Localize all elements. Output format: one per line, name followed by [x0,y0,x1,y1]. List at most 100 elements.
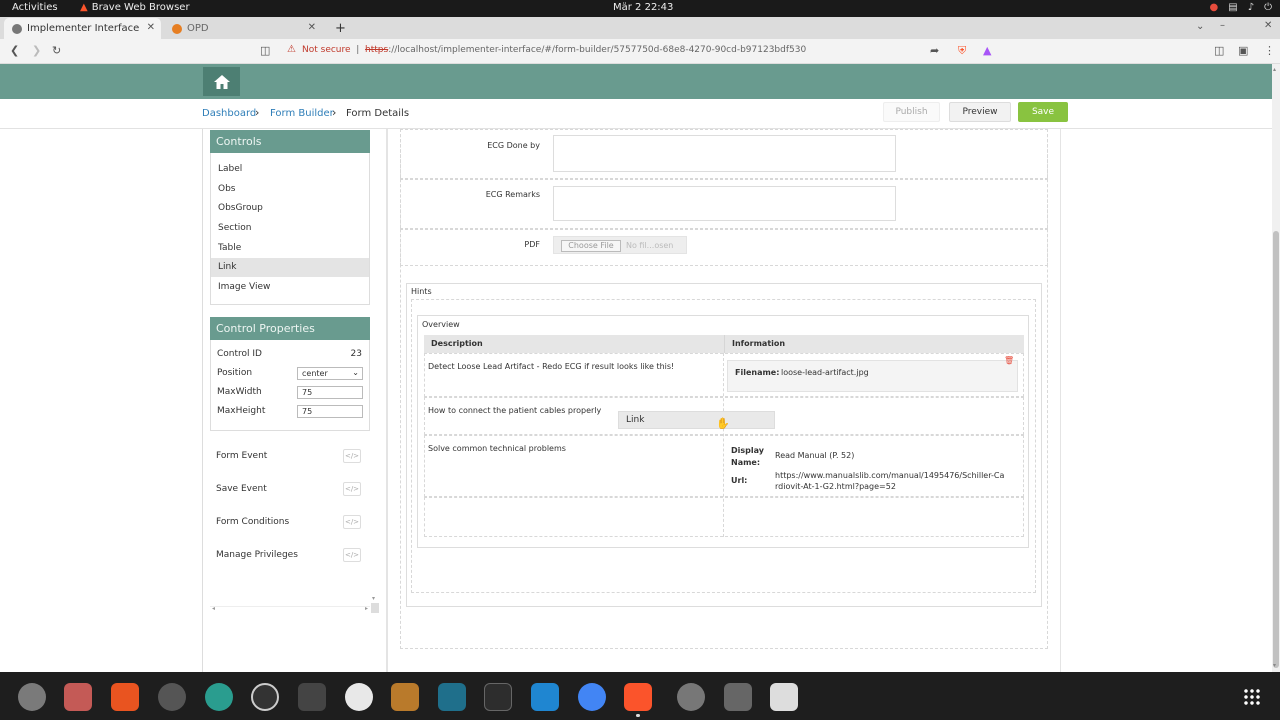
settings-icon[interactable] [18,683,46,711]
volume-icon[interactable]: ♪ [1248,2,1254,13]
help-icon[interactable]: ● [1210,2,1219,13]
control-properties-header: Control Properties [210,317,370,340]
ecg-done-by-input[interactable] [553,135,896,172]
table-row [424,497,1024,537]
vscode-icon[interactable] [531,683,559,711]
sidebar-icon[interactable]: ◫ [1214,44,1224,57]
brave-shields-icon[interactable]: ⛨ [958,44,966,58]
address-bar[interactable]: Not secure | https://localhost/implement… [302,45,806,55]
back-icon[interactable]: ❮ [10,44,19,57]
form-event-code-button[interactable]: </> [343,449,361,463]
brave-rewards-icon[interactable]: ▲ [983,44,991,57]
reload-icon[interactable]: ↻ [52,44,61,57]
share-icon[interactable]: ➦ [930,44,939,57]
publish-button[interactable]: Publish [883,102,940,122]
pdf-file-input[interactable]: Choose File No fil...osen [553,236,687,254]
maxwidth-label: MaxWidth [217,387,262,397]
breadcrumb-dashboard[interactable]: Dashboard [202,108,256,119]
maxheight-input[interactable]: 75 [297,405,363,418]
close-window-icon[interactable]: ✕ [1264,20,1272,31]
scroll-down-icon[interactable]: ▾ [1273,662,1276,669]
chevron-right-icon: › [332,106,337,119]
scroll-left-icon[interactable]: ◂ [212,605,215,612]
network-icon[interactable]: ▤ [1228,2,1237,13]
software-center-icon[interactable] [111,683,139,711]
remote-desktop-icon[interactable] [205,683,233,711]
warning-icon: ⚠ [287,44,296,55]
chrome-icon[interactable] [578,683,606,711]
url-label: Url: [731,476,748,485]
tab-favicon-icon [172,23,182,34]
maxwidth-input[interactable]: 75 [297,386,363,399]
vim-icon[interactable] [298,683,326,711]
no-file-chosen-text: No fil...osen [626,241,674,250]
system-tray[interactable]: ● ▤ ♪ ⏻ [1210,2,1273,13]
manage-privileges-code-button[interactable]: </> [343,548,361,562]
tab-implementer-interface[interactable]: Implementer Interface ✕ [4,18,161,39]
breadcrumb-current: Form Details [346,108,410,119]
clock[interactable]: Mär 2 22:43 [613,2,673,13]
horizontal-scrollbar[interactable]: ◂ ▸ [210,605,370,614]
control-link[interactable]: Link [211,258,369,277]
close-tab-icon[interactable]: ✕ [308,22,316,33]
left-panel-vertical-scrollbar[interactable]: ▾ [371,129,380,617]
control-id-value: 23 [350,349,362,359]
control-obs[interactable]: Obs [211,180,369,199]
inkscape-icon[interactable] [158,683,186,711]
overview-table-title: Overview [422,320,460,329]
control-image-view[interactable]: Image View [211,278,369,297]
filename-label: Filename: [735,368,780,377]
wallet-icon[interactable]: ▣ [1238,44,1248,57]
scroll-right-icon[interactable]: ▸ [365,605,368,612]
control-table[interactable]: Table [211,239,369,258]
close-tab-icon[interactable]: ✕ [147,22,155,33]
show-apps-icon[interactable] [1243,688,1261,706]
breadcrumb-form-builder[interactable]: Form Builder [270,108,334,119]
fruit-app-icon[interactable] [391,683,419,711]
power-icon[interactable]: ⏻ [1264,2,1272,13]
url-value[interactable]: https://www.manualslib.com/manual/149547… [775,470,1005,492]
terminal-icon[interactable] [484,683,512,711]
form-conditions-code-button[interactable]: </> [343,515,361,529]
control-label[interactable]: Label [211,160,369,179]
app-menu[interactable]: ▲ Brave Web Browser [80,2,190,13]
preview-button[interactable]: Preview [949,102,1011,122]
menu-icon[interactable]: ⋮ [1264,44,1275,57]
tab-opd[interactable]: OPD ✕ [164,18,322,39]
database-icon[interactable] [438,683,466,711]
table-column-divider [723,353,724,537]
activities-button[interactable]: Activities [12,2,58,13]
scroll-down-icon[interactable]: ▾ [372,595,375,602]
obs-studio-icon[interactable] [251,683,279,711]
choose-file-button[interactable]: Choose File [561,240,621,252]
position-label: Position [217,368,253,378]
tab-list-icon[interactable]: ⌄ [1196,21,1204,32]
dragged-link-control[interactable]: Link [618,411,775,429]
scroll-up-icon[interactable]: ▴ [1273,66,1276,73]
new-tab-button[interactable]: + [327,18,349,39]
disk-icon[interactable] [677,683,705,711]
files-icon[interactable] [64,683,92,711]
home-button[interactable] [203,67,240,96]
row1-description: Detect Loose Lead Artifact - Redo ECG if… [428,362,675,371]
position-select[interactable]: center ⌄ [297,367,363,380]
image-view-control[interactable]: Filename: loose-lead-artifact.jpg 🗑 [727,356,1018,392]
delete-icon[interactable]: 🗑 [1004,356,1014,365]
page-scrollbar[interactable]: ▴ ▾ [1272,64,1280,672]
minimize-icon[interactable]: – [1220,20,1225,31]
ssd-drive-icon[interactable] [724,683,752,711]
bookmark-icon[interactable]: ◫ [260,44,270,57]
control-id-label: Control ID [217,349,262,359]
save-button[interactable]: Save [1018,102,1068,122]
maps-icon[interactable] [345,683,373,711]
tab-favicon-icon [12,23,22,34]
control-section[interactable]: Section [211,219,369,238]
maxheight-label: MaxHeight [217,406,266,416]
brave-browser-icon[interactable] [624,683,652,717]
control-obsgroup[interactable]: ObsGroup [211,199,369,218]
save-event-code-button[interactable]: </> [343,482,361,496]
ecg-remarks-input[interactable] [553,186,896,221]
trash-icon[interactable] [770,683,798,711]
page-scrollbar-thumb[interactable] [1273,231,1279,668]
forward-icon[interactable]: ❯ [32,44,41,57]
